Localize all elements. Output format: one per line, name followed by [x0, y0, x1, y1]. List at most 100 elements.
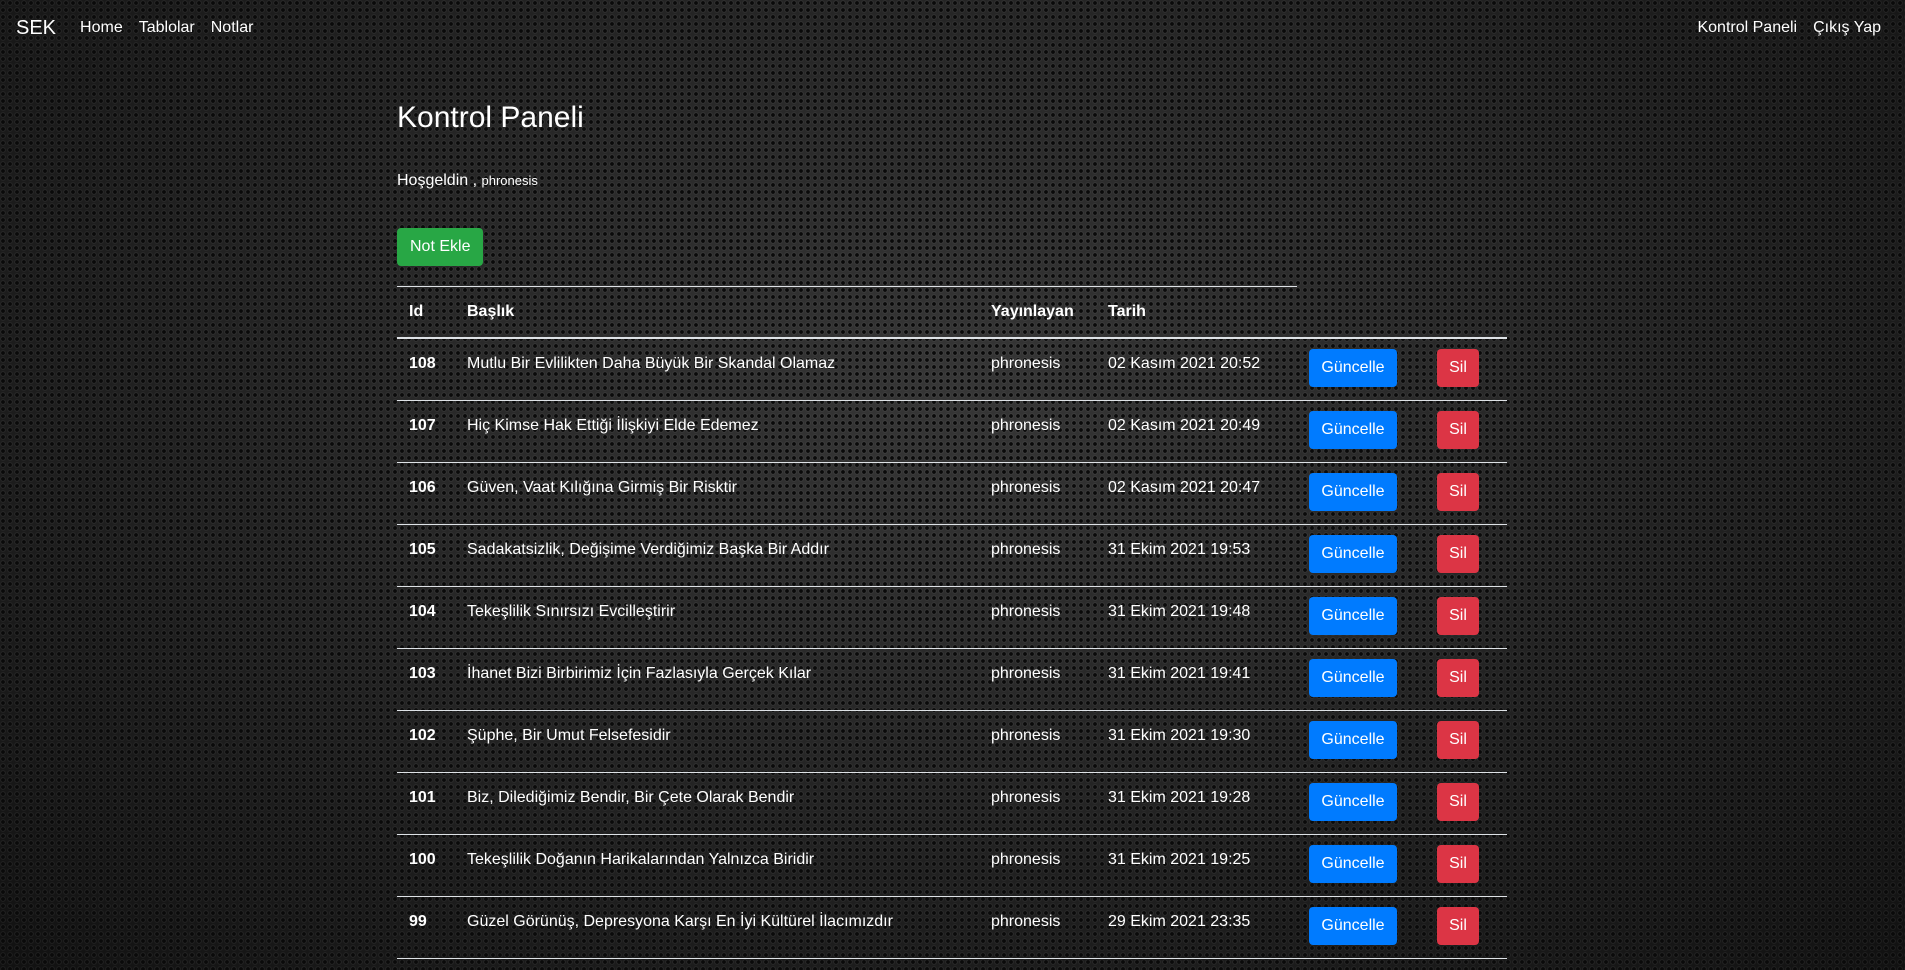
- row-delete-cell: Sil: [1425, 586, 1507, 649]
- notes-table-body: 108 Mutlu Bir Evlilikten Daha Büyük Bir S…: [397, 338, 1507, 959]
- row-id: 100: [397, 834, 455, 897]
- row-title: Güven, Vaat Kılığına Girmiş Bir Risktir: [455, 462, 979, 525]
- update-button[interactable]: Güncelle: [1309, 596, 1397, 635]
- row-update-cell: Güncelle: [1297, 834, 1425, 897]
- row-title: Şüphe, Bir Umut Felsefesidir: [455, 710, 979, 773]
- add-note-button[interactable]: Not Ekle: [397, 228, 484, 266]
- table-row: 102 Şüphe, Bir Umut Felsefesidir phronesis…: [397, 710, 1507, 773]
- row-id: 107: [397, 400, 455, 463]
- update-button[interactable]: Güncelle: [1309, 782, 1397, 821]
- update-button[interactable]: Güncelle: [1309, 906, 1397, 945]
- row-date: 31 Ekim 2021 19:48: [1096, 586, 1297, 649]
- row-update-cell: Güncelle: [1297, 462, 1425, 525]
- navbar: SEK Home Tablolar Notlar Kontrol Paneli …: [0, 0, 1905, 56]
- row-author: phronesis: [979, 462, 1096, 525]
- update-button[interactable]: Güncelle: [1309, 720, 1397, 759]
- row-delete-cell: Sil: [1425, 710, 1507, 773]
- row-update-cell: Güncelle: [1297, 772, 1425, 835]
- welcome-username: phronesis: [481, 173, 538, 188]
- delete-button[interactable]: Sil: [1437, 410, 1479, 449]
- column-header-update: [1297, 286, 1425, 339]
- row-date: 31 Ekim 2021 19:30: [1096, 710, 1297, 773]
- row-delete-cell: Sil: [1425, 462, 1507, 525]
- row-title: Sadakatsizlik, Değişime Verdiğimiz Başka…: [455, 524, 979, 587]
- row-title: Güzel Görünüş, Depresyona Karşı En İyi K…: [455, 896, 979, 959]
- brand-link[interactable]: SEK: [16, 17, 56, 40]
- delete-button[interactable]: Sil: [1437, 720, 1479, 759]
- table-row: 107 Hiç Kimse Hak Ettiği İlişkiyi Elde Ed…: [397, 400, 1507, 463]
- row-title: Tekeşlilik Doğanın Harikalarından Yalnız…: [455, 834, 979, 897]
- row-id: 104: [397, 586, 455, 649]
- welcome-text: Hoşgeldin ,: [397, 172, 478, 189]
- update-button[interactable]: Güncelle: [1309, 472, 1397, 511]
- row-date: 02 Kasım 2021 20:52: [1096, 338, 1297, 401]
- row-id: 108: [397, 338, 455, 401]
- update-button[interactable]: Güncelle: [1309, 410, 1397, 449]
- table-row: 106 Güven, Vaat Kılığına Girmiş Bir Riskt…: [397, 462, 1507, 525]
- nav-link-tablolar[interactable]: Tablolar: [139, 19, 195, 37]
- delete-button[interactable]: Sil: [1437, 596, 1479, 635]
- column-header-date: Tarih: [1096, 286, 1297, 339]
- table-row: 99 Güzel Görünüş, Depresyona Karşı En İyi…: [397, 896, 1507, 959]
- delete-button[interactable]: Sil: [1437, 844, 1479, 883]
- row-title: Tekeşlilik Sınırsızı Evcilleştirir: [455, 586, 979, 649]
- delete-button[interactable]: Sil: [1437, 782, 1479, 821]
- row-title: Hiç Kimse Hak Ettiği İlişkiyi Elde Edeme…: [455, 400, 979, 463]
- table-row: 108 Mutlu Bir Evlilikten Daha Büyük Bir S…: [397, 338, 1507, 401]
- update-button[interactable]: Güncelle: [1309, 534, 1397, 573]
- row-id: 102: [397, 710, 455, 773]
- column-header-author: Yayınlayan: [979, 286, 1096, 339]
- row-date: 29 Ekim 2021 23:35: [1096, 896, 1297, 959]
- row-id: 99: [397, 896, 455, 959]
- row-author: phronesis: [979, 524, 1096, 587]
- row-title: Biz, Dilediğimiz Bendir, Bir Çete Olarak…: [455, 772, 979, 835]
- row-author: phronesis: [979, 710, 1096, 773]
- table-row: 105 Sadakatsizlik, Değişime Verdiğimiz Ba…: [397, 524, 1507, 587]
- row-delete-cell: Sil: [1425, 896, 1507, 959]
- row-date: 02 Kasım 2021 20:47: [1096, 462, 1297, 525]
- delete-button[interactable]: Sil: [1437, 906, 1479, 945]
- update-button[interactable]: Güncelle: [1309, 844, 1397, 883]
- navbar-right: Kontrol Paneli Çıkış Yap: [1681, 19, 1889, 37]
- nav-link-home[interactable]: Home: [80, 19, 123, 37]
- delete-button[interactable]: Sil: [1437, 472, 1479, 511]
- row-update-cell: Güncelle: [1297, 710, 1425, 773]
- row-delete-cell: Sil: [1425, 834, 1507, 897]
- row-title: Mutlu Bir Evlilikten Daha Büyük Bir Skan…: [455, 338, 979, 401]
- delete-button[interactable]: Sil: [1437, 534, 1479, 573]
- row-author: phronesis: [979, 586, 1096, 649]
- column-header-delete: [1425, 286, 1507, 339]
- table-row: 101 Biz, Dilediğimiz Bendir, Bir Çete Ola…: [397, 772, 1507, 835]
- delete-button[interactable]: Sil: [1437, 658, 1479, 697]
- row-date: 02 Kasım 2021 20:49: [1096, 400, 1297, 463]
- column-header-title: Başlık: [455, 286, 979, 339]
- notes-table-header: Id Başlık Yayınlayan Tarih: [397, 286, 1507, 339]
- navbar-left: SEK Home Tablolar Notlar: [16, 17, 269, 40]
- update-button[interactable]: Güncelle: [1309, 658, 1397, 697]
- column-header-id: Id: [397, 286, 455, 339]
- row-update-cell: Güncelle: [1297, 586, 1425, 649]
- table-row: 100 Tekeşlilik Doğanın Harikalarından Yal…: [397, 834, 1507, 897]
- row-delete-cell: Sil: [1425, 400, 1507, 463]
- row-date: 31 Ekim 2021 19:25: [1096, 834, 1297, 897]
- row-update-cell: Güncelle: [1297, 648, 1425, 711]
- row-date: 31 Ekim 2021 19:41: [1096, 648, 1297, 711]
- delete-button[interactable]: Sil: [1437, 349, 1479, 387]
- nav-link-notlar[interactable]: Notlar: [211, 19, 254, 37]
- nav-link-kontrol-paneli[interactable]: Kontrol Paneli: [1697, 19, 1797, 37]
- row-delete-cell: Sil: [1425, 772, 1507, 835]
- row-delete-cell: Sil: [1425, 524, 1507, 587]
- update-button[interactable]: Güncelle: [1309, 349, 1397, 387]
- row-author: phronesis: [979, 338, 1096, 401]
- row-author: phronesis: [979, 834, 1096, 897]
- nav-link-logout[interactable]: Çıkış Yap: [1813, 19, 1881, 37]
- welcome-message: Hoşgeldin , phronesis: [397, 172, 1507, 190]
- row-author: phronesis: [979, 400, 1096, 463]
- row-update-cell: Güncelle: [1297, 338, 1425, 401]
- row-id: 103: [397, 648, 455, 711]
- row-delete-cell: Sil: [1425, 648, 1507, 711]
- row-date: 31 Ekim 2021 19:53: [1096, 524, 1297, 587]
- row-update-cell: Güncelle: [1297, 400, 1425, 463]
- row-update-cell: Güncelle: [1297, 524, 1425, 587]
- table-row: 103 İhanet Bizi Birbirimiz İçin Fazlasıyl…: [397, 648, 1507, 711]
